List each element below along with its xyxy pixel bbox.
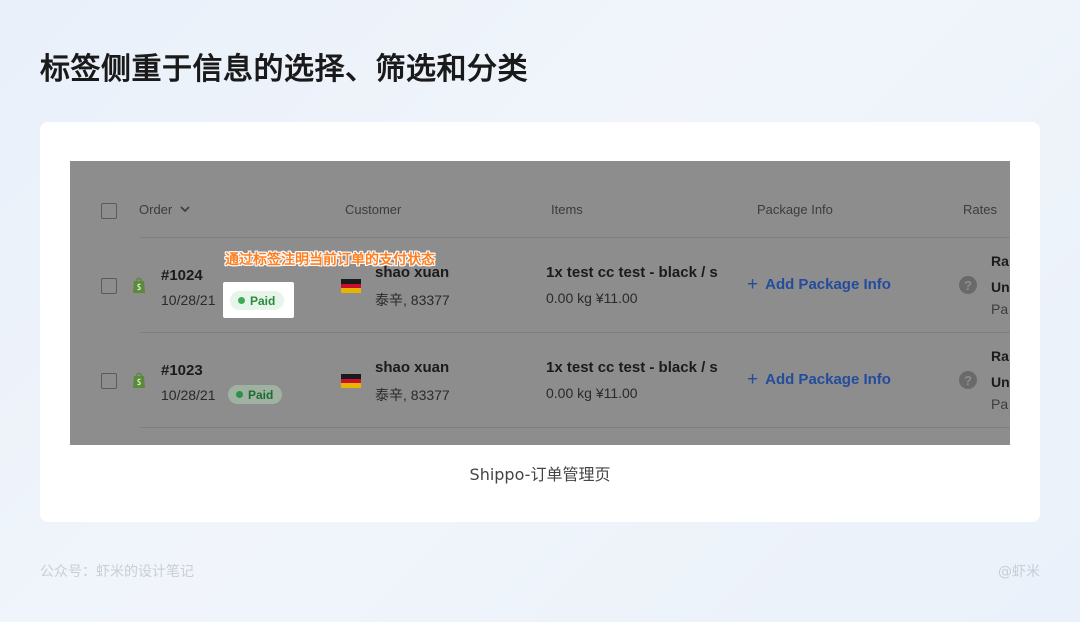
customer-name: shao xuan xyxy=(375,359,450,376)
status-dot xyxy=(236,391,243,398)
customer-address: 泰辛, 83377 xyxy=(375,387,450,403)
germany-flag-icon xyxy=(341,279,361,293)
germany-flag-icon xyxy=(341,374,361,388)
plus-icon: + xyxy=(747,369,759,390)
rate-line: Pa xyxy=(991,396,1009,412)
order-date: 10/28/21 xyxy=(161,387,216,403)
help-icon[interactable]: ? xyxy=(959,371,977,389)
add-package-label: Add Package Info xyxy=(765,276,891,293)
add-package-info-button[interactable]: + Add Package Info xyxy=(747,275,891,294)
row-divider xyxy=(140,332,1010,333)
item-title: 1x test cc test - black / s xyxy=(546,359,718,376)
footer-right: @虾米 xyxy=(998,564,1040,580)
row-checkbox[interactable] xyxy=(101,278,117,294)
order-number[interactable]: #1024 xyxy=(161,267,203,284)
status-dot xyxy=(238,297,245,304)
page-headline: 标签侧重于信息的选择、筛选和分类 xyxy=(40,52,528,87)
header-divider xyxy=(140,237,1010,238)
screenshot-panel: Order Customer Items Package Info Rates … xyxy=(70,161,1010,445)
customer-address: 泰辛, 83377 xyxy=(375,292,450,308)
add-package-label: Add Package Info xyxy=(765,371,891,388)
rate-line: Pa xyxy=(991,301,1009,317)
image-caption: Shippo-订单管理页 xyxy=(469,465,611,484)
status-label: Paid xyxy=(248,387,274,402)
row-divider xyxy=(140,427,1010,428)
shopify-icon xyxy=(133,372,145,388)
header-rates: Rates xyxy=(963,202,997,217)
header-order[interactable]: Order xyxy=(139,202,172,217)
rate-line: Ra xyxy=(991,253,1009,269)
select-all-checkbox[interactable] xyxy=(101,203,117,219)
plus-icon: + xyxy=(747,274,759,295)
shopify-icon xyxy=(133,277,145,293)
help-icon[interactable]: ? xyxy=(959,276,977,294)
rate-line: Un xyxy=(991,279,1010,295)
item-meta: 0.00 kg ¥11.00 xyxy=(546,385,638,401)
status-badge[interactable]: Paid xyxy=(228,385,283,404)
item-meta: 0.00 kg ¥11.00 xyxy=(546,290,638,306)
rate-line: Ra xyxy=(991,348,1009,364)
status-label: Paid xyxy=(250,293,276,308)
chevron-down-icon[interactable] xyxy=(180,204,190,214)
add-package-info-button[interactable]: + Add Package Info xyxy=(747,370,891,389)
header-items: Items xyxy=(551,202,583,217)
annotation-label: 通过标签注明当前订单的支付状态 xyxy=(225,252,435,268)
row-checkbox[interactable] xyxy=(101,373,117,389)
status-badge-highlighted[interactable]: Paid xyxy=(230,291,285,310)
order-number[interactable]: #1023 xyxy=(161,362,203,379)
rate-line: Un xyxy=(991,374,1010,390)
item-title: 1x test cc test - black / s xyxy=(546,264,718,281)
header-customer: Customer xyxy=(345,202,402,217)
footer-left: 公众号：虾米的设计笔记 xyxy=(40,564,194,580)
header-package-info: Package Info xyxy=(757,202,833,217)
order-date: 10/28/21 xyxy=(161,292,216,308)
